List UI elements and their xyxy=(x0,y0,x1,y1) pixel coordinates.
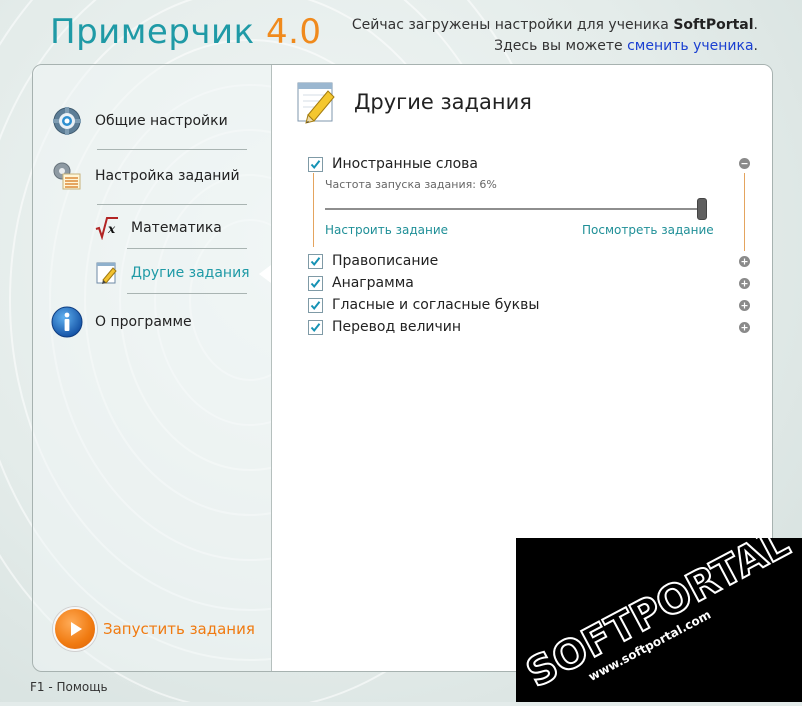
sidebar-divider xyxy=(97,204,247,205)
task-spelling[interactable]: Правописание xyxy=(308,253,438,269)
gears-table-icon xyxy=(51,160,83,192)
run-tasks-button[interactable]: Запустить задания xyxy=(53,607,255,651)
task-checkbox[interactable] xyxy=(308,156,323,172)
student-info-prefix: Сейчас загружены настройки для ученика xyxy=(351,17,674,33)
help-hint: F1 - Помощь xyxy=(30,680,108,694)
check-icon xyxy=(310,322,321,332)
expanded-task-guide xyxy=(744,173,745,251)
svg-text:SOFTPORTAL: SOFTPORTAL xyxy=(519,538,797,697)
run-tasks-label: Запустить задания xyxy=(103,620,255,638)
expand-icon[interactable] xyxy=(739,278,750,289)
frequency-slider-thumb[interactable] xyxy=(697,198,707,220)
pencil-note-icon xyxy=(294,79,340,125)
gear-icon xyxy=(51,105,83,137)
sidebar-divider xyxy=(97,149,247,150)
play-icon xyxy=(53,607,97,651)
student-info-line2: Здесь вы можете сменить ученика. xyxy=(352,36,758,57)
student-info: Сейчас загружены настройки для ученика S… xyxy=(352,15,758,57)
task-label: Перевод величин xyxy=(332,319,462,335)
view-task-link[interactable]: Посмотреть задание xyxy=(582,223,714,237)
task-anagram[interactable]: Анаграмма xyxy=(308,275,414,291)
task-checkbox[interactable] xyxy=(308,319,323,335)
task-label: Анаграмма xyxy=(332,275,414,291)
task-foreign-words[interactable]: Иностранные слова xyxy=(308,156,478,172)
task-label: Гласные и согласные буквы xyxy=(332,297,540,313)
sidebar-item-other-tasks[interactable]: Другие задания xyxy=(95,261,250,285)
check-icon xyxy=(310,256,321,266)
active-item-indicator xyxy=(259,265,271,283)
collapse-icon[interactable] xyxy=(739,158,750,169)
pencil-note-icon xyxy=(95,261,119,285)
configure-task-link[interactable]: Настроить задание xyxy=(325,223,448,237)
check-icon xyxy=(310,159,321,169)
sidebar-item-about[interactable]: О программе xyxy=(51,306,192,338)
expand-icon[interactable] xyxy=(739,300,750,311)
student-info-suffix: . xyxy=(753,17,758,33)
task-checkbox[interactable] xyxy=(308,275,323,291)
svg-text:x: x xyxy=(107,222,116,236)
sidebar-item-label: Общие настройки xyxy=(95,113,228,129)
sidebar-item-task-settings[interactable]: Настройка заданий xyxy=(51,160,240,192)
app-name: Примерчик xyxy=(50,12,255,52)
change-student-link[interactable]: сменить ученика xyxy=(627,38,753,54)
change-student-prefix: Здесь вы можете xyxy=(494,38,628,54)
task-checkbox[interactable] xyxy=(308,253,323,269)
section-header: Другие задания xyxy=(294,79,532,125)
sqrt-x-icon: x xyxy=(95,216,119,240)
sidebar-divider xyxy=(127,248,247,249)
sidebar-item-label: Настройка заданий xyxy=(95,168,240,184)
check-icon xyxy=(310,300,321,310)
task-vowels-consonants[interactable]: Гласные и согласные буквы xyxy=(308,297,539,313)
expand-icon[interactable] xyxy=(739,256,750,267)
sidebar-item-label: О программе xyxy=(95,314,192,330)
task-label: Правописание xyxy=(332,253,439,269)
task-unit-conversion[interactable]: Перевод величин xyxy=(308,319,461,335)
frequency-label: Частота запуска задания: 6% xyxy=(325,178,497,191)
student-info-line1: Сейчас загружены настройки для ученика S… xyxy=(352,15,758,36)
app-version: 4.0 xyxy=(265,12,322,52)
sidebar-item-general-settings[interactable]: Общие настройки xyxy=(51,105,228,137)
section-title: Другие задания xyxy=(354,90,532,114)
frequency-slider[interactable] xyxy=(325,208,703,210)
sidebar-divider xyxy=(127,293,247,294)
expanded-task-guide xyxy=(313,173,314,247)
task-checkbox[interactable] xyxy=(308,297,323,313)
sidebar: Общие настройки Настройка заданий x Мате… xyxy=(33,65,272,671)
sidebar-item-math[interactable]: x Математика xyxy=(95,216,222,240)
change-student-suffix: . xyxy=(753,38,758,54)
sidebar-item-label: Другие задания xyxy=(131,265,250,281)
watermark-logo: SOFTPORTAL www.softportal.com TM xyxy=(516,519,802,702)
sidebar-item-label: Математика xyxy=(131,220,222,236)
check-icon xyxy=(310,278,321,288)
expand-icon[interactable] xyxy=(739,322,750,333)
student-name: SoftPortal xyxy=(673,17,754,33)
task-label: Иностранные слова xyxy=(332,156,478,172)
info-icon xyxy=(51,306,83,338)
app-title: Примерчик 4.0 xyxy=(50,12,322,52)
